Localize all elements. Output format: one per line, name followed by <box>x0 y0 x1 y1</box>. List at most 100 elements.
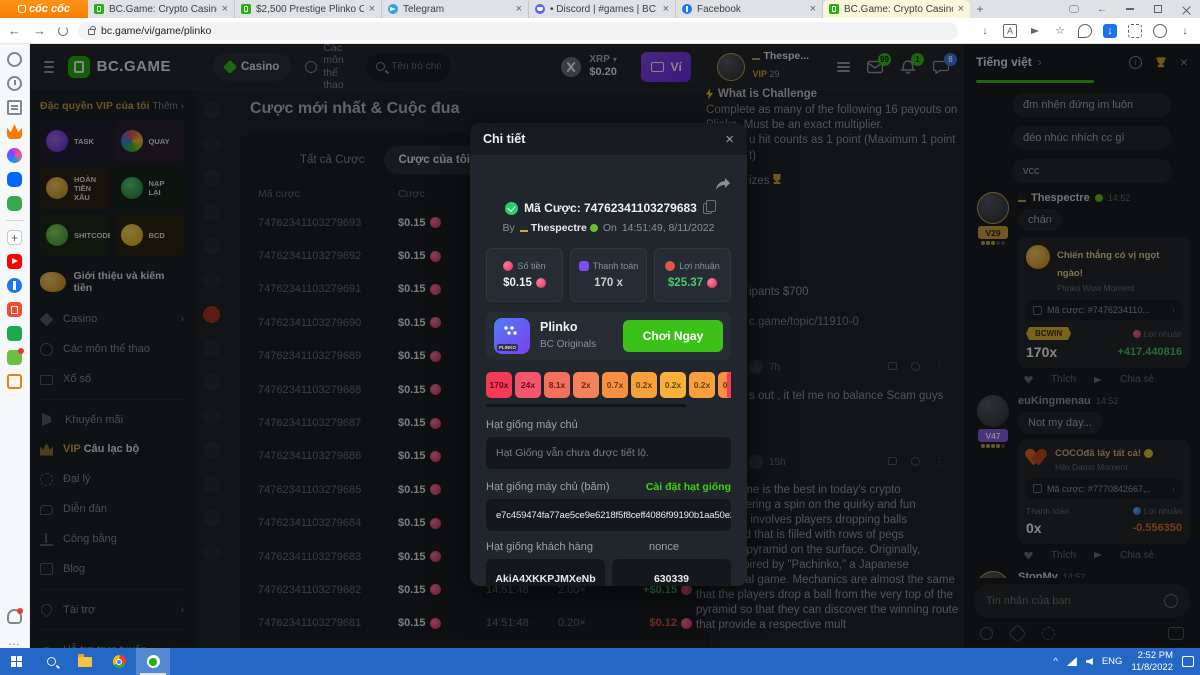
tab-close-icon[interactable]: × <box>663 3 669 15</box>
save-page-icon[interactable]: ↓ <box>978 24 992 38</box>
translate-icon[interactable]: A <box>1003 23 1017 38</box>
nonce-label: nonce <box>649 541 679 553</box>
messenger-icon[interactable] <box>7 148 22 163</box>
coccoc-brand[interactable]: cốc cốc <box>0 0 88 18</box>
hidden-icons-chevron[interactable]: ^ <box>1053 656 1057 667</box>
share-bet-icon[interactable] <box>715 177 731 191</box>
server-seed-hash-value[interactable]: e7c459474fa77ae5ce9e6218f5f8ceff4086f991… <box>486 499 731 531</box>
chrome-taskbar-icon[interactable] <box>102 648 136 675</box>
reading-list-icon[interactable] <box>7 100 22 115</box>
more-icon[interactable]: … <box>7 633 22 648</box>
new-tab-button[interactable]: + <box>970 0 990 18</box>
game-provider: BC Originals <box>540 339 597 350</box>
address-bar[interactable]: bc.game/vi/game/plinko <box>78 21 958 40</box>
multiplier-chip[interactable]: 2x <box>573 372 599 398</box>
window-controls: ← <box>1060 0 1200 18</box>
tab-close-icon[interactable]: × <box>516 3 522 15</box>
start-button[interactable] <box>0 648 34 675</box>
rewards-crown-icon[interactable] <box>7 124 22 139</box>
server-seed-label: Hạt giống máy chủ <box>486 419 578 431</box>
adblock-shield-icon[interactable] <box>1078 23 1092 38</box>
play-now-button[interactable]: Chơi Ngay <box>623 320 723 352</box>
multiplier-chip[interactable]: 24x <box>515 372 541 398</box>
server-seed-hash-label: Hạt giống máy chủ (băm) <box>486 481 610 493</box>
games-icon[interactable] <box>7 196 22 211</box>
multiplier-chip[interactable]: 0.2x <box>689 372 715 398</box>
downloader-icon[interactable]: ↓ <box>1178 24 1192 38</box>
minimize-button[interactable] <box>1116 0 1144 18</box>
forward-button[interactable]: → <box>33 23 46 38</box>
copy-icon[interactable] <box>702 199 716 214</box>
nonce-value[interactable]: 630339 <box>612 559 731 586</box>
add-shortcut-button[interactable]: + <box>7 230 22 245</box>
tab-search-button[interactable] <box>1060 0 1088 18</box>
modal-close-icon[interactable]: × <box>725 131 734 148</box>
partial-chip <box>727 372 731 398</box>
client-seed-label: Hạt giống khách hàng <box>486 541 594 553</box>
server-seed-value[interactable]: Hạt Giống vẫn chưa được tiết lộ. <box>486 437 731 469</box>
coin-icon <box>707 278 718 288</box>
language-indicator[interactable]: ENG <box>1102 656 1123 667</box>
file-explorer-icon[interactable] <box>68 648 102 675</box>
extensions-puzzle-icon[interactable] <box>1128 23 1142 38</box>
tab-label: Telegram <box>403 3 445 15</box>
reload-button[interactable] <box>58 25 68 36</box>
tab-favicon <box>94 4 104 14</box>
seed-settings-link[interactable]: Cài đặt hạt giống <box>646 481 731 493</box>
network-icon[interactable] <box>1066 657 1077 666</box>
screen: cốc cốc BC.Game: Crypto Casino Gar × $2,… <box>0 0 1200 675</box>
browser-tab[interactable]: Telegram × <box>382 0 529 18</box>
multiplier-chip[interactable]: 0.2x <box>660 372 686 398</box>
shop-sale-icon[interactable] <box>7 348 24 365</box>
shop-green-icon[interactable] <box>7 326 22 341</box>
tab-label: Facebook <box>697 3 741 15</box>
browser-tab[interactable]: $2,500 Prestige Plinko Challe × <box>235 0 382 18</box>
multiplier-chip[interactable]: 170x <box>486 372 512 398</box>
browser-tab[interactable]: BC.Game: Crypto Casino Gar × <box>823 0 970 18</box>
session-restore-button[interactable]: ← <box>1088 0 1116 18</box>
maximize-button[interactable] <box>1144 0 1172 18</box>
history-icon[interactable] <box>7 76 22 91</box>
modal-title: Chi tiết <box>483 132 526 146</box>
divider <box>5 220 24 221</box>
notifications-bell-icon[interactable] <box>7 608 23 624</box>
taskbar-clock[interactable]: 2:52 PM 11/8/2022 <box>1131 650 1173 674</box>
bet-username[interactable]: Thespectre <box>531 222 587 234</box>
tab-close-icon[interactable]: × <box>810 3 816 15</box>
shopee-icon[interactable] <box>7 302 22 317</box>
action-center-icon[interactable] <box>1182 656 1194 667</box>
taskbar-search-icon[interactable] <box>34 648 68 675</box>
tab-favicon <box>535 4 545 14</box>
facebook-icon[interactable] <box>7 278 22 293</box>
multiplier-chip[interactable]: 0.2x <box>631 372 657 398</box>
coccoc-cup-icon <box>18 5 27 13</box>
browser-tab[interactable]: Facebook × <box>676 0 823 18</box>
download-active-icon[interactable]: ↓ <box>1103 23 1117 38</box>
back-button[interactable]: ← <box>8 23 21 38</box>
chip-scrollbar[interactable] <box>486 404 686 407</box>
bookmark-star-icon[interactable]: ☆ <box>1053 24 1067 38</box>
multiplier-chip[interactable]: 8.1x <box>544 372 570 398</box>
tab-close-icon[interactable]: × <box>222 3 228 15</box>
profile-icon[interactable] <box>1153 23 1167 38</box>
tab-close-icon[interactable]: × <box>958 3 964 15</box>
frog-emoji-icon <box>589 224 598 232</box>
settings-icon[interactable] <box>7 52 22 67</box>
youtube-icon[interactable] <box>7 254 22 269</box>
lock-icon <box>88 25 96 35</box>
cart-icon[interactable] <box>7 374 22 389</box>
browser-tab[interactable]: BC.Game: Crypto Casino Gar × <box>88 0 235 18</box>
browser-tab[interactable]: • Discord | #games | BC G × <box>529 0 676 18</box>
clock-date: 11/8/2022 <box>1131 661 1173 673</box>
speaker-icon[interactable] <box>1085 658 1093 665</box>
zalo-icon[interactable] <box>7 172 22 187</box>
coccoc-taskbar-icon[interactable] <box>136 648 170 675</box>
client-seed-value[interactable]: AkiA4XKKPJMXeNb <box>486 559 605 586</box>
stat-icon <box>665 261 676 271</box>
stat-icon <box>578 261 589 271</box>
plinko-game-icon: PLINKO <box>494 318 530 354</box>
share-icon[interactable] <box>1028 24 1042 38</box>
tab-close-icon[interactable]: × <box>369 3 375 15</box>
multiplier-chip[interactable]: 0.7x <box>602 372 628 398</box>
close-window-button[interactable] <box>1172 0 1200 18</box>
